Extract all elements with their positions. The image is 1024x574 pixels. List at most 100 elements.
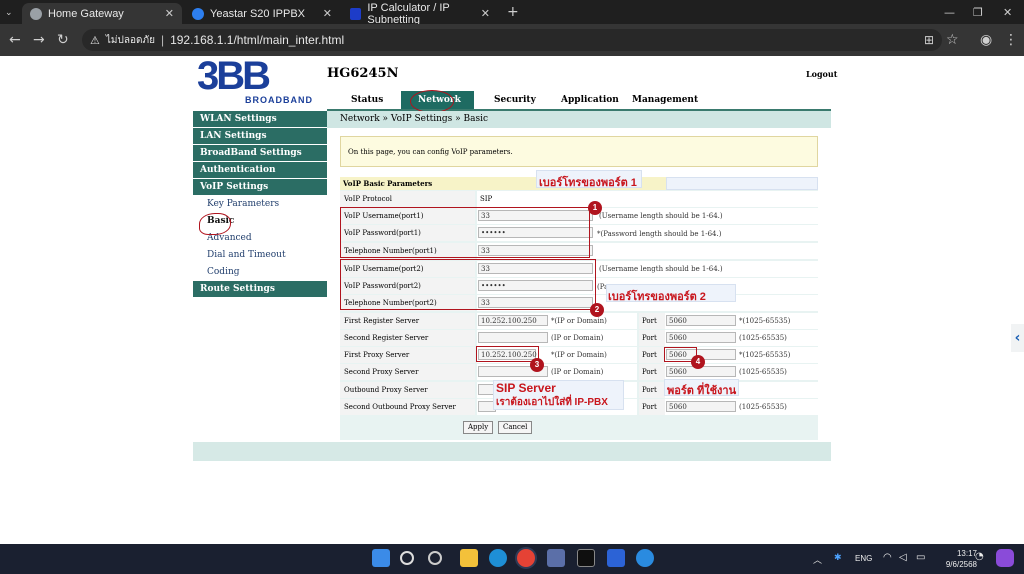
second-proxy-hint: (IP or Domain): [551, 368, 604, 376]
menu-kebab-icon[interactable]: ⋮: [1004, 31, 1018, 49]
port1-password-hint: *(Password length should be 1-64.): [597, 230, 722, 238]
ip-icon: [350, 7, 362, 20]
edge-icon[interactable]: [489, 549, 507, 567]
sidebar-item-authentication[interactable]: Authentication: [193, 162, 327, 178]
first-register-hint: *(IP or Domain): [551, 317, 607, 325]
tab-label: Yeastar S20 IPPBX: [210, 7, 305, 20]
volume-icon[interactable]: ◁: [899, 552, 907, 563]
back-icon[interactable]: ←: [9, 31, 21, 49]
footer-bar: [193, 442, 831, 461]
sidebar-item-key-parameters[interactable]: Key Parameters: [193, 196, 327, 213]
annotation-cover: [666, 177, 818, 190]
basic-highlight-circle: [199, 213, 231, 235]
second-proxy-label: Second Proxy Server: [340, 364, 475, 380]
close-icon[interactable]: ✕: [165, 7, 174, 20]
breadcrumb: Network » VoIP Settings » Basic: [327, 111, 831, 128]
menu-security[interactable]: Security: [494, 95, 536, 105]
first-register-port-input[interactable]: 5060: [666, 315, 736, 326]
bookmark-star-icon[interactable]: ☆: [946, 31, 959, 49]
tab-label: Home Gateway: [48, 7, 124, 20]
side-panel-toggle[interactable]: ‹: [1011, 324, 1024, 352]
badge-3: 3: [530, 358, 544, 372]
second-register-label: Second Register Server: [340, 330, 475, 346]
menu-status[interactable]: Status: [351, 95, 383, 105]
menu-management[interactable]: Management: [632, 95, 698, 105]
tab-search-button[interactable]: ⌄: [5, 4, 13, 22]
telegram-icon[interactable]: [636, 549, 654, 567]
tab-yeastar[interactable]: Yeastar S20 IPPBX ✕: [184, 3, 340, 24]
first-proxy-hint: *(IP or Domain): [551, 351, 607, 359]
translate-icon[interactable]: ⊞: [924, 31, 934, 49]
sidebar-item-dial-timeout[interactable]: Dial and Timeout: [193, 247, 327, 264]
brand-logo-main: 3BB: [197, 54, 271, 98]
sip-server-annotation: SIP Server: [496, 381, 556, 395]
apply-button[interactable]: Apply: [463, 421, 494, 434]
port1-username-hint: (Username length should be 1-64.): [599, 212, 723, 220]
globe-icon: [30, 7, 42, 20]
second-outbound-port-input[interactable]: 5060: [666, 401, 736, 412]
port1-annotation: เบอร์โทรของพอร์ต 1: [539, 177, 637, 189]
second-register-port-input[interactable]: 5060: [666, 332, 736, 343]
search-icon[interactable]: [400, 551, 414, 565]
cancel-button[interactable]: Cancel: [498, 421, 533, 434]
new-tab-button[interactable]: +: [507, 3, 519, 21]
vc-icon[interactable]: [607, 549, 625, 567]
first-register-input[interactable]: 10.252.100.250: [478, 315, 548, 326]
sidebar-item-lan[interactable]: LAN Settings: [193, 128, 327, 144]
language-indicator[interactable]: ENG: [855, 554, 872, 563]
brand-logo: 3BB BROADBAND: [197, 54, 322, 108]
first-register-label: First Register Server: [340, 313, 475, 329]
reload-icon[interactable]: ↻: [57, 31, 69, 49]
profile-icon[interactable]: ◉: [980, 31, 992, 49]
address-bar[interactable]: ⚠ ไม่ปลอดภัย | 192.168.1.1/html/main_int…: [82, 29, 942, 51]
app-icon[interactable]: [547, 549, 565, 567]
port2-username-hint: (Username length should be 1-64.): [599, 265, 723, 273]
bluetooth-icon[interactable]: ✱: [834, 553, 842, 563]
sidebar-item-voip[interactable]: VoIP Settings: [193, 179, 327, 195]
copilot-icon[interactable]: [996, 549, 1014, 567]
battery-icon[interactable]: ▭: [916, 552, 925, 563]
protocol-label: VoIP Protocol: [340, 191, 475, 207]
sidebar: WLAN Settings LAN Settings BroadBand Set…: [193, 111, 327, 298]
minimize-button[interactable]: —: [944, 4, 955, 22]
proxy-highlight-box: [476, 346, 539, 362]
tray-chevron-icon[interactable]: ︿: [813, 553, 822, 566]
first-proxy-port-hint: *(1025-65535): [739, 351, 791, 359]
forward-icon[interactable]: →: [33, 31, 45, 49]
second-proxy-port-hint: (1025-65535): [739, 368, 787, 376]
close-icon[interactable]: ✕: [323, 7, 332, 20]
port-label: Port: [639, 382, 665, 398]
sidebar-item-coding[interactable]: Coding: [193, 264, 327, 281]
wifi-icon[interactable]: ◠: [883, 552, 892, 563]
second-register-hint: (IP or Domain): [551, 334, 604, 342]
terminal-icon[interactable]: [577, 549, 595, 567]
maximize-button[interactable]: ❐: [973, 4, 983, 22]
menu-application[interactable]: Application: [561, 95, 619, 105]
file-explorer-icon[interactable]: [460, 549, 478, 567]
warning-icon: ⚠: [90, 34, 100, 47]
start-icon[interactable]: [372, 549, 390, 567]
port-annotation: พอร์ต ที่ใช้งาน: [667, 385, 737, 397]
tab-ip-calculator[interactable]: IP Calculator / IP Subnetting ✕: [342, 2, 498, 26]
clock-date[interactable]: 9/6/2568: [935, 560, 977, 569]
tab-home-gateway[interactable]: Home Gateway ✕: [22, 3, 182, 24]
chrome-icon[interactable]: [517, 549, 535, 567]
device-model: HG6245N: [327, 66, 399, 81]
badge-2: 2: [590, 303, 604, 317]
clock-time[interactable]: 13:17: [945, 549, 977, 558]
gauge-icon[interactable]: [428, 551, 442, 565]
first-proxy-label: First Proxy Server: [340, 347, 475, 363]
close-icon[interactable]: ✕: [481, 7, 490, 20]
yeastar-icon: [192, 7, 204, 20]
protocol-value: SIP: [477, 191, 818, 207]
notification-icon[interactable]: ◔: [975, 551, 984, 562]
logout-link[interactable]: Logout: [806, 69, 837, 79]
window-close-button[interactable]: ✕: [1003, 4, 1012, 22]
sidebar-item-broadband[interactable]: BroadBand Settings: [193, 145, 327, 161]
sidebar-item-route[interactable]: Route Settings: [193, 281, 327, 297]
second-register-input[interactable]: [478, 332, 548, 343]
port-label: Port: [639, 313, 665, 329]
first-register-port-hint: *(1025-65535): [739, 317, 791, 325]
sidebar-item-wlan[interactable]: WLAN Settings: [193, 111, 327, 127]
second-outbound-port-hint: (1025-65535): [739, 403, 787, 411]
